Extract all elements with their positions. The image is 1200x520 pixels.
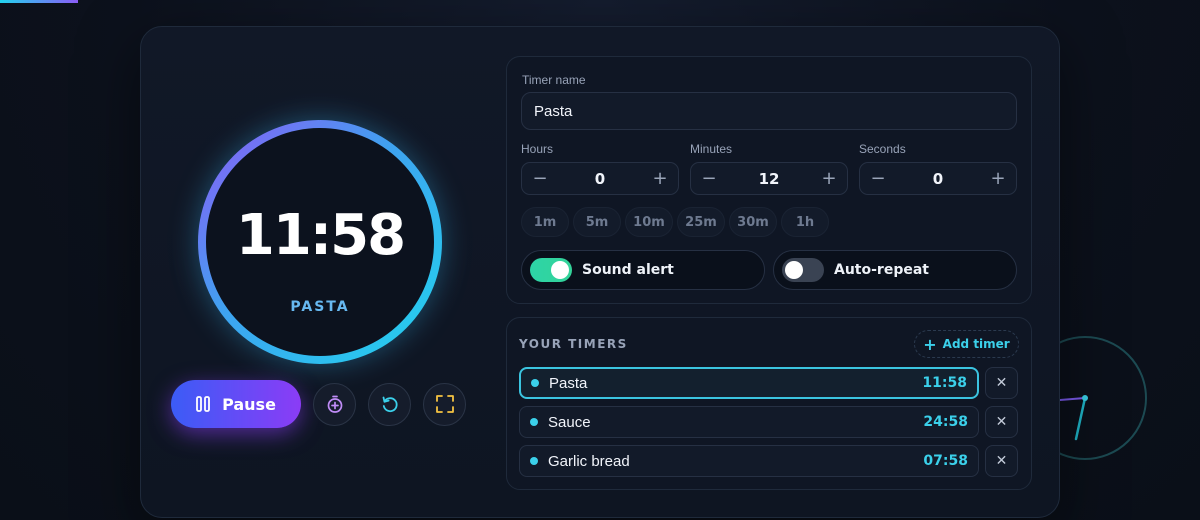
add-timer-button[interactable]: + Add timer — [914, 330, 1019, 358]
preset-buttons: 1m 5m 10m 25m 30m 1h — [521, 207, 829, 237]
minutes-value[interactable]: 12 — [759, 170, 780, 188]
timer-name-input[interactable] — [521, 92, 1017, 130]
plus-icon: + — [923, 334, 937, 354]
sound-alert-label: Sound alert — [582, 262, 674, 278]
hours-stepper: − 0 + — [521, 162, 679, 195]
seconds-group: Seconds − 0 + — [859, 142, 1017, 195]
pause-label: Pause — [222, 394, 276, 414]
preset-1h-button[interactable]: 1h — [781, 207, 829, 237]
sound-alert-toggle[interactable]: Sound alert — [521, 250, 765, 290]
hours-label: Hours — [521, 142, 554, 156]
hours-increment-button[interactable]: + — [652, 168, 668, 189]
status-dot — [531, 379, 539, 387]
timer-settings-panel: Timer name Hours − 0 + Minutes − 12 + Se… — [506, 56, 1032, 304]
pause-icon — [196, 396, 210, 412]
preset-1m-button[interactable]: 1m — [521, 207, 569, 237]
timer-row-pasta[interactable]: Pasta 11:58 — [519, 367, 979, 399]
seconds-value[interactable]: 0 — [933, 170, 943, 188]
fullscreen-button[interactable] — [423, 382, 466, 426]
sound-alert-switch[interactable] — [530, 258, 572, 282]
minutes-increment-button[interactable]: + — [821, 168, 837, 189]
delete-timer-sauce-button[interactable]: ✕ — [985, 406, 1018, 438]
seconds-increment-button[interactable]: + — [990, 168, 1006, 189]
auto-repeat-switch[interactable] — [782, 258, 824, 282]
timer-row-time: 11:58 — [922, 375, 967, 391]
preset-25m-button[interactable]: 25m — [677, 207, 725, 237]
delete-timer-garlic-bread-button[interactable]: ✕ — [985, 445, 1018, 477]
hours-group: Hours − 0 + — [521, 142, 679, 195]
timer-name-label: Timer name — [522, 73, 586, 87]
timer-row-garlic-bread[interactable]: Garlic bread 07:58 — [519, 445, 979, 477]
minutes-stepper: − 12 + — [690, 162, 848, 195]
progress-ring: 11:58 PASTA — [197, 119, 443, 365]
seconds-label: Seconds — [859, 142, 906, 156]
fullscreen-icon — [435, 395, 454, 413]
minutes-decrement-button[interactable]: − — [701, 168, 717, 189]
minutes-label: Minutes — [690, 142, 733, 156]
switch-knob — [785, 261, 803, 279]
timer-row-name: Sauce — [548, 413, 591, 431]
timer-row-time: 24:58 — [923, 414, 968, 430]
close-icon: ✕ — [995, 414, 1008, 430]
add-timer-label: Add timer — [942, 337, 1010, 351]
stopwatch-plus-icon — [327, 395, 342, 413]
timer-row-name: Garlic bread — [548, 452, 630, 470]
timers-heading: YOUR TIMERS — [519, 337, 628, 351]
pause-button[interactable]: Pause — [171, 380, 301, 428]
auto-repeat-label: Auto-repeat — [834, 262, 929, 278]
seconds-decrement-button[interactable]: − — [870, 168, 886, 189]
timers-list-panel: YOUR TIMERS + Add timer Pasta 11:58 ✕ Sa… — [506, 317, 1032, 490]
delete-timer-pasta-button[interactable]: ✕ — [985, 367, 1018, 399]
preset-10m-button[interactable]: 10m — [625, 207, 673, 237]
timer-name-display: PASTA — [290, 299, 350, 315]
status-dot — [530, 457, 538, 465]
switch-knob — [551, 261, 569, 279]
top-accent-bar — [0, 0, 78, 3]
minutes-group: Minutes − 12 + — [690, 142, 848, 195]
timer-card: 11:58 PASTA Pause Timer name Pasta Hours… — [140, 26, 1060, 518]
hours-decrement-button[interactable]: − — [532, 168, 548, 189]
timer-row-sauce[interactable]: Sauce 24:58 — [519, 406, 979, 438]
countdown-display: 11:58 — [235, 203, 406, 268]
reset-icon — [382, 396, 397, 413]
preset-5m-button[interactable]: 5m — [573, 207, 621, 237]
hours-value[interactable]: 0 — [595, 170, 605, 188]
status-dot — [530, 418, 538, 426]
timer-row-time: 07:58 — [923, 453, 968, 469]
close-icon: ✕ — [995, 453, 1008, 469]
timer-controls: Pause — [171, 380, 466, 428]
reset-button[interactable] — [368, 382, 411, 426]
auto-repeat-toggle[interactable]: Auto-repeat — [773, 250, 1017, 290]
add-time-button[interactable] — [313, 382, 356, 426]
timer-row-name: Pasta — [549, 374, 588, 392]
seconds-stepper: − 0 + — [859, 162, 1017, 195]
close-icon: ✕ — [995, 375, 1008, 391]
preset-30m-button[interactable]: 30m — [729, 207, 777, 237]
